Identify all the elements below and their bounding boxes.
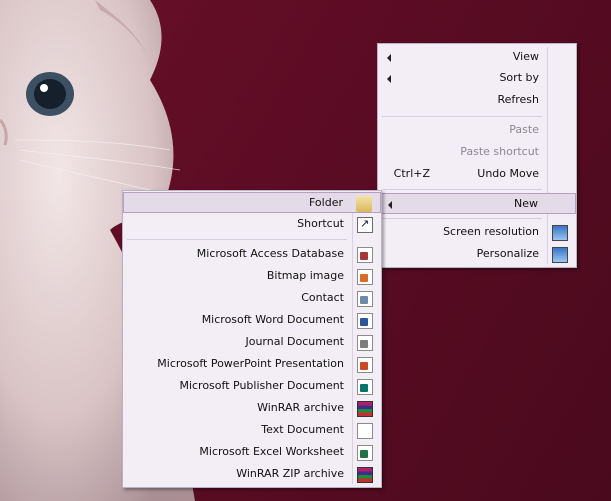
excel-icon xyxy=(357,445,373,461)
menu-item-screen-resolution[interactable]: Screen resolution xyxy=(378,222,576,243)
menu-item-shortcut: Ctrl+Z xyxy=(393,167,430,180)
journal-document-icon xyxy=(357,335,373,351)
menu-item-label: Shortcut xyxy=(297,217,344,230)
menu-item-label: Folder xyxy=(309,196,343,209)
submenu-item-folder[interactable]: Folder xyxy=(123,192,381,213)
publisher-icon xyxy=(357,379,373,395)
menu-item-label: New xyxy=(514,197,538,210)
menu-separator xyxy=(382,116,542,117)
menu-item-label: Contact xyxy=(301,291,344,304)
winrar-icon xyxy=(357,401,373,417)
submenu-item-winrar-archive[interactable]: WinRAR archive xyxy=(123,398,381,419)
submenu-item-text-document[interactable]: Text Document xyxy=(123,420,381,441)
access-database-icon xyxy=(357,247,373,263)
submenu-item-word-document[interactable]: Microsoft Word Document xyxy=(123,310,381,331)
submenu-item-journal-document[interactable]: Journal Document xyxy=(123,332,381,353)
menu-separator xyxy=(127,239,347,240)
menu-item-label: WinRAR archive xyxy=(257,401,344,414)
menu-item-view[interactable]: View xyxy=(378,47,576,68)
submenu-item-access-database[interactable]: Microsoft Access Database xyxy=(123,244,381,265)
submenu-item-bitmap-image[interactable]: Bitmap image xyxy=(123,266,381,287)
menu-item-label: Paste xyxy=(509,123,539,136)
bitmap-icon xyxy=(357,269,373,285)
menu-item-label: Microsoft Publisher Document xyxy=(179,379,344,392)
menu-item-paste-shortcut: Paste shortcut xyxy=(378,142,576,163)
winrar-zip-icon xyxy=(357,467,373,483)
contact-icon xyxy=(357,291,373,307)
submenu-arrow-icon xyxy=(388,201,392,209)
submenu-item-winrar-zip[interactable]: WinRAR ZIP archive xyxy=(123,464,381,485)
menu-item-label: Bitmap image xyxy=(266,269,344,282)
menu-item-new[interactable]: New xyxy=(378,193,576,214)
submenu-item-shortcut[interactable]: Shortcut xyxy=(123,214,381,235)
menu-separator xyxy=(382,189,542,190)
menu-item-label: Journal Document xyxy=(245,335,344,348)
desktop-context-menu: View Sort by Refresh Paste Paste shortcu… xyxy=(377,43,577,268)
menu-item-label: Personalize xyxy=(476,247,539,260)
submenu-item-excel-worksheet[interactable]: Microsoft Excel Worksheet xyxy=(123,442,381,463)
menu-item-undo-move[interactable]: Ctrl+Z Undo Move xyxy=(378,164,576,185)
menu-item-sort-by[interactable]: Sort by xyxy=(378,68,576,89)
submenu-arrow-icon xyxy=(387,75,391,83)
personalize-icon xyxy=(552,247,568,263)
menu-item-label: WinRAR ZIP archive xyxy=(236,467,344,480)
folder-icon xyxy=(356,196,372,212)
submenu-arrow-icon xyxy=(387,54,391,62)
menu-item-label: Paste shortcut xyxy=(460,145,539,158)
menu-item-personalize[interactable]: Personalize xyxy=(378,244,576,265)
menu-item-label: Sort by xyxy=(499,71,539,84)
word-document-icon xyxy=(357,313,373,329)
powerpoint-icon xyxy=(357,357,373,373)
submenu-item-contact[interactable]: Contact xyxy=(123,288,381,309)
menu-item-label: View xyxy=(512,50,539,63)
menu-item-refresh[interactable]: Refresh xyxy=(378,90,576,111)
menu-item-paste: Paste xyxy=(378,120,576,141)
menu-item-label: Microsoft Word Document xyxy=(201,313,344,326)
shortcut-icon xyxy=(357,217,373,233)
menu-item-label: Refresh xyxy=(497,93,539,106)
submenu-item-publisher[interactable]: Microsoft Publisher Document xyxy=(123,376,381,397)
screen-resolution-icon xyxy=(552,225,568,241)
text-document-icon xyxy=(357,423,373,439)
menu-item-label: Microsoft Access Database xyxy=(196,247,344,260)
menu-item-label: Microsoft Excel Worksheet xyxy=(199,445,344,458)
menu-item-label: Undo Move xyxy=(477,167,539,180)
new-submenu: Folder Shortcut Microsoft Access Databas… xyxy=(122,190,382,488)
menu-item-label: Text Document xyxy=(261,423,344,436)
menu-separator xyxy=(382,218,542,219)
menu-item-label: Microsoft PowerPoint Presentation xyxy=(157,357,344,370)
menu-item-label: Screen resolution xyxy=(443,225,539,238)
submenu-item-powerpoint[interactable]: Microsoft PowerPoint Presentation xyxy=(123,354,381,375)
